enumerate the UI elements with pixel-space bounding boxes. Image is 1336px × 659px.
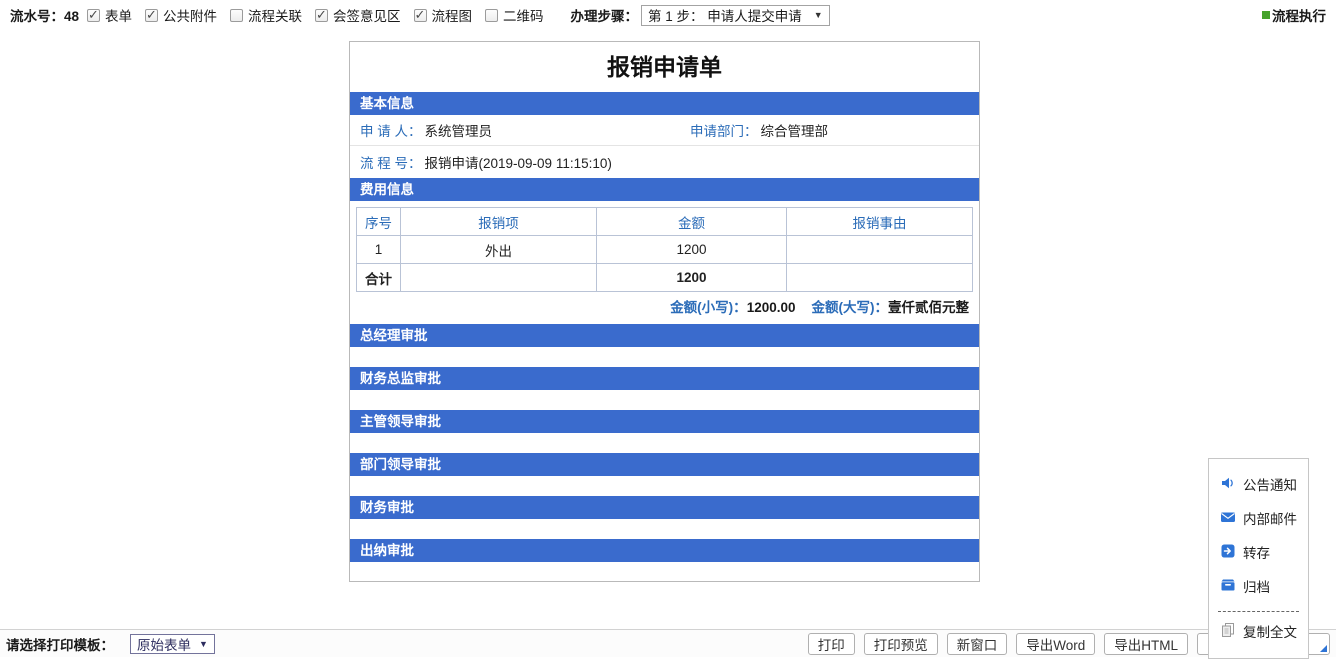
col-header-reason: 报销事由 <box>787 208 973 236</box>
checkbox-icon[interactable] <box>145 9 158 22</box>
applicant-row: 申 请 人：系统管理员 申请部门：综合管理部 <box>350 115 979 146</box>
export-word-button[interactable]: 导出Word <box>1016 633 1095 655</box>
amount-upper-value: 壹仟贰佰元整 <box>888 300 969 315</box>
amount-lower-value: 1200.00 <box>747 300 796 315</box>
applicant-label: 申 请 人： <box>360 124 422 139</box>
menu-item-label: 归档 <box>1243 576 1270 596</box>
menu-divider <box>1218 611 1299 612</box>
menu-item-label: 内部邮件 <box>1243 508 1297 528</box>
flow-number-row: 流 程 号：报销申请(2019-09-09 11:15:10) <box>350 146 979 178</box>
flow-number-label: 流 程 号： <box>360 156 422 171</box>
print-button[interactable]: 打印 <box>808 633 855 655</box>
new-window-button[interactable]: 新窗口 <box>947 633 1008 655</box>
reimbursement-form: 报销申请单 基本信息 申 请 人：系统管理员 申请部门：综合管理部 流 程 号：… <box>349 41 980 582</box>
step-select-value: 第 1 步： 申请人提交申请 <box>648 5 802 25</box>
approval-blank-area <box>350 433 979 453</box>
chevron-down-icon: ▼ <box>814 10 823 20</box>
total-label: 合计 <box>357 264 401 292</box>
amount-summary: 金额(小写)：1200.00 金额(大写)：壹仟贰佰元整 <box>350 292 979 324</box>
section-basic-info: 基本信息 <box>350 92 979 115</box>
form-title: 报销申请单 <box>350 42 979 92</box>
copy-icon <box>1220 622 1236 641</box>
section-cfo-approval: 财务总监审批 <box>350 367 979 390</box>
checkbox-icon[interactable] <box>485 9 498 22</box>
total-item-cell <box>401 264 597 292</box>
menu-item-label: 转存 <box>1243 542 1270 562</box>
checkbox-form[interactable]: 表单 <box>87 5 132 25</box>
menu-item-internal-mail[interactable]: 内部邮件 <box>1209 501 1308 535</box>
checkbox-label: 会签意见区 <box>333 5 401 25</box>
total-row: 合计 1200 <box>357 264 973 292</box>
table-row: 1 外出 1200 <box>357 236 973 264</box>
checkbox-flowchart[interactable]: 流程图 <box>414 5 473 25</box>
checkbox-label: 流程关联 <box>248 5 302 25</box>
section-supervisor-approval: 主管领导审批 <box>350 410 979 433</box>
green-square-icon <box>1262 11 1270 19</box>
approval-blank-area <box>350 519 979 539</box>
approval-blank-area <box>350 347 979 367</box>
amount-lower-label: 金额(小写)： <box>670 300 747 315</box>
checkbox-countersign-area[interactable]: 会签意见区 <box>315 5 401 25</box>
print-template-value: 原始表单 <box>137 634 191 654</box>
section-gm-approval: 总经理审批 <box>350 324 979 347</box>
cell-item: 外出 <box>401 236 597 264</box>
chevron-down-icon: ▼ <box>199 639 208 649</box>
checkbox-icon[interactable] <box>414 9 427 22</box>
department-label: 申请部门： <box>690 124 758 139</box>
cell-index: 1 <box>357 236 401 264</box>
cell-amount: 1200 <box>597 236 787 264</box>
transfer-arrow-icon <box>1220 543 1236 562</box>
menu-item-archive[interactable]: 归档 <box>1209 569 1308 603</box>
col-header-item: 报销项 <box>401 208 597 236</box>
checkbox-icon[interactable] <box>87 9 100 22</box>
mail-icon <box>1220 509 1236 528</box>
section-finance-approval: 财务审批 <box>350 496 979 519</box>
checkbox-icon[interactable] <box>315 9 328 22</box>
flow-number-value: 报销申请(2019-09-09 11:15:10) <box>425 156 612 171</box>
checkbox-icon[interactable] <box>230 9 243 22</box>
approval-blank-area <box>350 476 979 496</box>
section-dept-leader-approval: 部门领导审批 <box>350 453 979 476</box>
cell-reason <box>787 236 973 264</box>
col-header-index: 序号 <box>357 208 401 236</box>
checkbox-flow-relation[interactable]: 流程关联 <box>230 5 302 25</box>
print-template-label: 请选择打印模板： <box>6 634 114 654</box>
checkbox-public-attachment[interactable]: 公共附件 <box>145 5 217 25</box>
total-amount: 1200 <box>597 264 787 292</box>
serial-number: 流水号：48 <box>10 5 79 25</box>
section-cost-info: 费用信息 <box>350 178 979 201</box>
applicant-value: 系统管理员 <box>425 124 493 139</box>
archive-icon <box>1220 577 1236 596</box>
cost-table-header-row: 序号 报销项 金额 报销事由 <box>357 208 973 236</box>
cost-table: 序号 报销项 金额 报销事由 1 外出 1200 合计 1200 <box>356 207 973 292</box>
flow-execute-label: 流程执行 <box>1272 5 1326 25</box>
speaker-icon <box>1220 475 1236 494</box>
checkbox-qrcode[interactable]: 二维码 <box>485 5 544 25</box>
menu-item-copy-fulltext[interactable]: 复制全文 <box>1209 614 1308 648</box>
approval-blank-area <box>350 562 979 581</box>
menu-item-announcement[interactable]: 公告通知 <box>1209 467 1308 501</box>
step-label: 办理步骤： <box>571 5 639 25</box>
bottom-toolbar: 请选择打印模板： 原始表单 ▼ 打印 打印预览 新窗口 导出Word 导出HTM… <box>0 629 1336 657</box>
menu-item-label: 复制全文 <box>1243 621 1297 641</box>
checkbox-label: 流程图 <box>432 5 473 25</box>
export-html-button[interactable]: 导出HTML <box>1104 633 1188 655</box>
top-toolbar: 流水号：48 表单 公共附件 流程关联 会签意见区 流程图 二维码 办理步骤： … <box>0 0 1336 30</box>
approval-blank-area <box>350 390 979 410</box>
print-template-select[interactable]: 原始表单 ▼ <box>130 634 215 654</box>
checkbox-label: 表单 <box>105 5 132 25</box>
total-reason-cell <box>787 264 973 292</box>
checkbox-label: 公共附件 <box>163 5 217 25</box>
step-select[interactable]: 第 1 步： 申请人提交申请 ▼ <box>641 5 830 26</box>
department-value: 综合管理部 <box>761 124 829 139</box>
action-popup-menu: 公告通知 内部邮件 转存 归档 复制全文 <box>1208 458 1309 659</box>
flow-execute-link[interactable]: 流程执行 <box>1262 5 1326 25</box>
section-cashier-approval: 出纳审批 <box>350 539 979 562</box>
menu-item-label: 公告通知 <box>1243 474 1297 494</box>
col-header-amount: 金额 <box>597 208 787 236</box>
print-preview-button[interactable]: 打印预览 <box>864 633 938 655</box>
checkbox-label: 二维码 <box>503 5 544 25</box>
menu-item-transfer[interactable]: 转存 <box>1209 535 1308 569</box>
amount-upper-label: 金额(大写)： <box>812 300 889 315</box>
